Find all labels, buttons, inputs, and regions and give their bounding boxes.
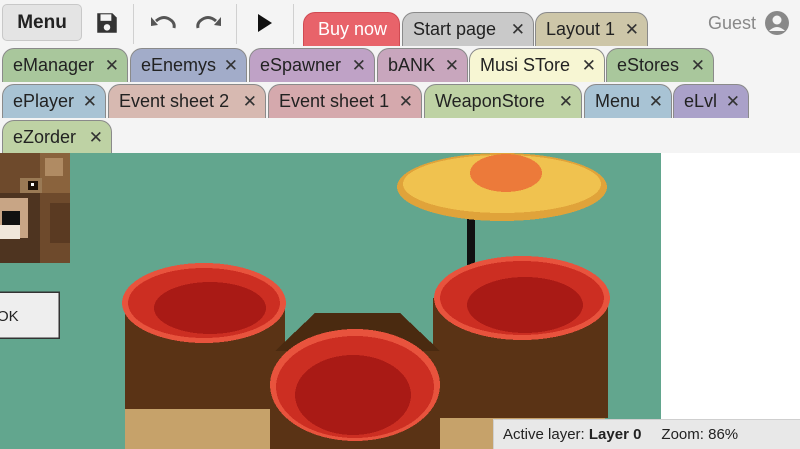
tab-eplayer[interactable]: ePlayer ✕	[2, 84, 106, 118]
toolbar-divider	[293, 4, 294, 44]
close-tab-icon[interactable]: ✕	[445, 56, 459, 76]
close-tab-icon[interactable]: ✕	[649, 92, 663, 112]
floppy-disk-icon	[97, 13, 117, 33]
tab-label: bANK	[388, 55, 436, 75]
left-drum	[122, 263, 286, 409]
close-tab-icon[interactable]: ✕	[224, 56, 238, 76]
layout-canvas[interactable]: OK	[0, 153, 800, 449]
toolbar-divider	[236, 4, 237, 44]
tab-menu[interactable]: Menu ✕	[584, 84, 672, 118]
active-layer-value: Layer 0	[588, 426, 642, 443]
tab-label: Layout 1	[546, 19, 616, 39]
bear-portrait	[0, 153, 70, 263]
status-bar: Active layer: Layer 0 Zoom: 86%	[493, 419, 800, 449]
zoom-status: Zoom: 86%	[661, 426, 739, 443]
tab-weaponstore[interactable]: WeaponStore ✕	[424, 84, 582, 118]
redo-button[interactable]	[188, 6, 228, 40]
tab-estores[interactable]: eStores ✕	[606, 48, 714, 82]
tab-label: WeaponStore	[435, 91, 545, 111]
tab-bank[interactable]: bANK ✕	[377, 48, 468, 82]
ok-button-label: OK	[0, 308, 19, 325]
undo-button[interactable]	[144, 6, 184, 40]
tab-label: eStores	[617, 55, 680, 75]
close-tab-icon[interactable]: ✕	[83, 92, 97, 112]
tab-ezorder[interactable]: eZorder ✕	[2, 120, 112, 154]
active-layer-status: Active layer: Layer 0	[503, 426, 641, 443]
tab-musi-store[interactable]: Musi STore ✕	[469, 48, 605, 82]
center-drum	[270, 313, 440, 449]
save-button[interactable]	[87, 6, 127, 40]
tab-label: eEnemys	[141, 55, 217, 75]
tab-bar: eManager ✕ eEnemys ✕ eSpawner ✕ bANK ✕ Musi STor…	[0, 48, 800, 154]
tab-eenemys[interactable]: eEnemys ✕	[130, 48, 247, 82]
tab-start-page[interactable]: Start page ✕	[402, 12, 534, 46]
tab-label: Musi STore	[480, 55, 571, 75]
tab-emanager[interactable]: eManager ✕	[2, 48, 128, 82]
tab-elvl[interactable]: eLvl ✕	[673, 84, 749, 118]
close-tab-icon[interactable]: ✕	[582, 56, 596, 76]
close-tab-icon[interactable]: ✕	[691, 56, 705, 76]
close-tab-icon[interactable]: ✕	[105, 56, 119, 76]
undo-icon	[151, 16, 176, 29]
tab-label: eZorder	[13, 127, 77, 147]
tab-event-sheet-2[interactable]: Event sheet 2 ✕	[108, 84, 266, 118]
ok-button[interactable]: OK	[0, 291, 60, 339]
tab-label: eManager	[13, 55, 95, 75]
toolbar-divider	[133, 4, 134, 44]
tab-label: Event sheet 2	[119, 91, 230, 111]
user-circle-icon	[765, 11, 789, 35]
play-icon	[258, 14, 272, 32]
tab-layout-1[interactable]: Layout 1 ✕	[535, 12, 648, 46]
close-tab-icon[interactable]: ✕	[625, 20, 639, 40]
close-tab-icon[interactable]: ✕	[511, 20, 525, 40]
close-tab-icon[interactable]: ✕	[352, 56, 366, 76]
tab-espawner[interactable]: eSpawner ✕	[249, 48, 375, 82]
play-button[interactable]	[245, 6, 285, 40]
tab-label: Buy now	[317, 19, 388, 39]
tab-label: Menu	[595, 91, 641, 111]
tab-buy-now[interactable]: Buy now	[303, 12, 400, 46]
tab-label: eLvl	[684, 91, 718, 111]
game-scene[interactable]: OK	[0, 153, 800, 449]
user-menu[interactable]: Guest	[708, 8, 790, 38]
close-tab-icon[interactable]: ✕	[559, 92, 573, 112]
close-tab-icon[interactable]: ✕	[726, 92, 740, 112]
tab-label: Start page	[413, 19, 497, 39]
menu-button[interactable]: Menu	[2, 4, 82, 41]
close-tab-icon[interactable]: ✕	[243, 92, 257, 112]
tab-event-sheet-1[interactable]: Event sheet 1 ✕	[268, 84, 422, 118]
active-layer-label: Active layer:	[503, 426, 585, 443]
tab-label: Event sheet 1	[279, 91, 390, 111]
close-tab-icon[interactable]: ✕	[399, 92, 413, 112]
right-drum	[433, 256, 610, 418]
redo-icon	[196, 16, 221, 29]
top-toolbar: Menu Guest	[0, 0, 800, 48]
tab-label: eSpawner	[260, 55, 342, 75]
tab-label: ePlayer	[13, 91, 75, 111]
close-tab-icon[interactable]: ✕	[89, 128, 103, 148]
user-name: Guest	[707, 12, 756, 33]
